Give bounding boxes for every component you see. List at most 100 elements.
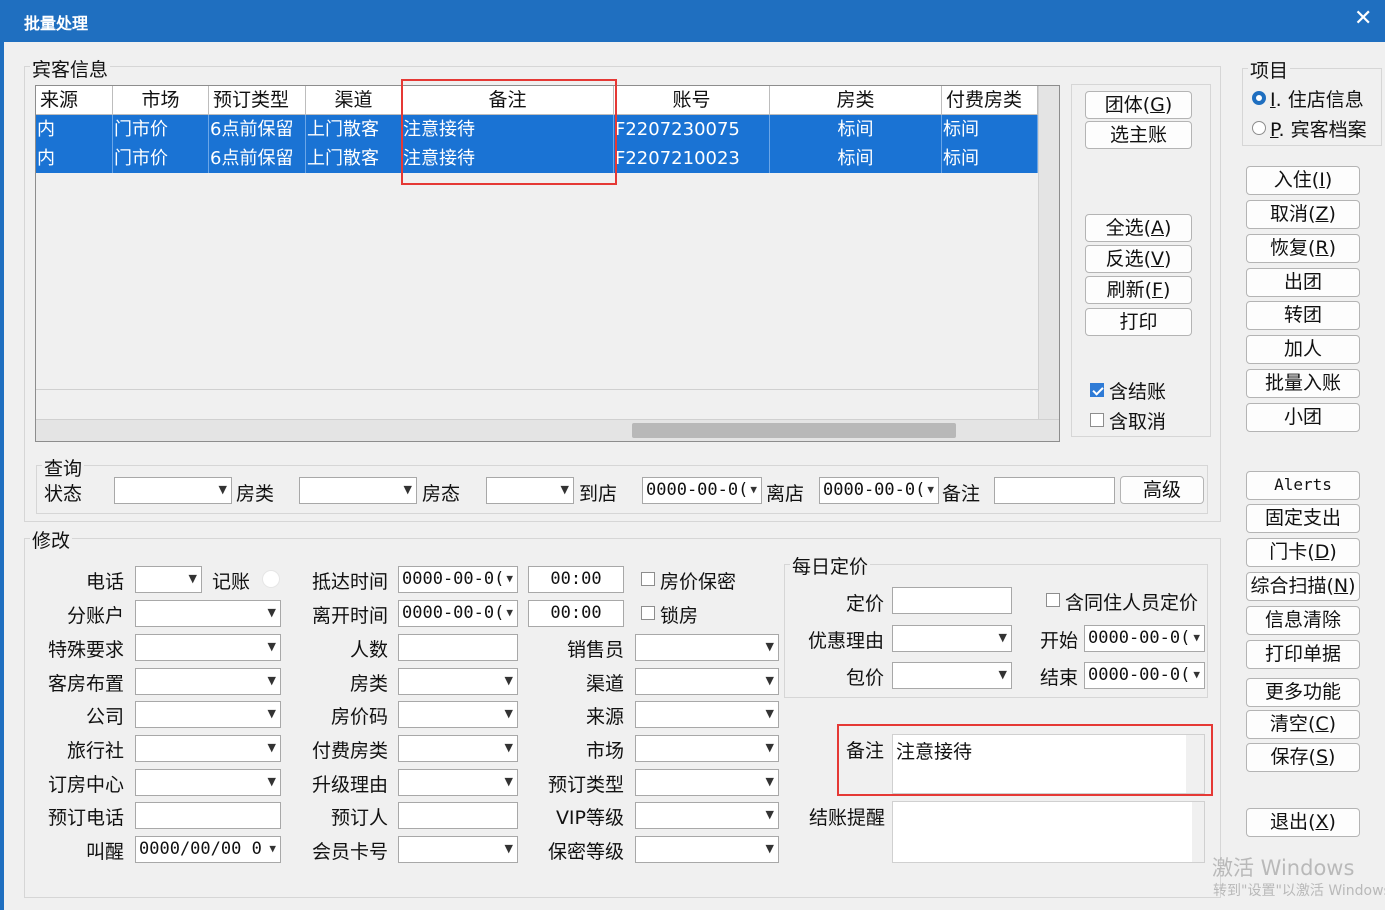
booking-center-dropdown[interactable]: ▼ bbox=[135, 769, 281, 796]
col-header-account[interactable]: 账号 bbox=[614, 86, 770, 115]
company-label: 公司 bbox=[85, 706, 124, 728]
cell-account: F2207230075 bbox=[614, 115, 770, 144]
query-remark-input[interactable] bbox=[994, 477, 1115, 504]
arrive-time-label: 抵达时间 bbox=[311, 571, 388, 593]
col-header-market[interactable]: 市场 bbox=[113, 86, 209, 115]
booker-input[interactable] bbox=[398, 802, 518, 829]
more-functions-button[interactable]: 更多功能 bbox=[1246, 678, 1360, 707]
query-room-type-dropdown[interactable]: ▼ bbox=[299, 477, 417, 504]
booking-phone-input[interactable] bbox=[135, 802, 281, 829]
vip-level-dropdown[interactable]: ▼ bbox=[635, 802, 779, 829]
checkout-reminder-textarea[interactable] bbox=[892, 801, 1205, 863]
clear-info-button[interactable]: 信息清除 bbox=[1246, 606, 1360, 635]
cell-channel: 上门散客 bbox=[306, 115, 402, 144]
check-in-button[interactable]: 入住(I) bbox=[1246, 166, 1360, 195]
upgrade-reason-dropdown[interactable]: ▼ bbox=[398, 769, 518, 796]
special-request-dropdown[interactable]: ▼ bbox=[135, 634, 281, 661]
save-button[interactable]: 保存(S) bbox=[1246, 743, 1360, 772]
refresh-button[interactable]: 刷新(F) bbox=[1085, 276, 1192, 304]
leave-clock-input[interactable]: 00:00 bbox=[528, 600, 624, 627]
lock-room-checkbox[interactable] bbox=[641, 606, 655, 620]
horizontal-scroll-thumb[interactable] bbox=[632, 423, 956, 438]
comprehensive-scan-button[interactable]: 综合扫描(N) bbox=[1246, 572, 1360, 601]
booking-type-dropdown[interactable]: ▼ bbox=[635, 769, 779, 796]
col-header-source[interactable]: 来源 bbox=[36, 86, 113, 115]
status-dropdown[interactable]: ▼ bbox=[114, 477, 232, 504]
cell-room-type: 标间 bbox=[770, 144, 942, 173]
col-header-room-type[interactable]: 房类 bbox=[770, 86, 942, 115]
include-cancelled-checkbox[interactable] bbox=[1090, 413, 1104, 427]
include-cohabitant-checkbox[interactable] bbox=[1046, 593, 1060, 607]
sub-group-button[interactable]: 小团 bbox=[1246, 403, 1360, 432]
include-settled-label: 含结账 bbox=[1109, 381, 1167, 403]
remark-field-highlight bbox=[837, 724, 1213, 796]
secret-level-label: 保密等级 bbox=[547, 841, 624, 863]
package-label: 包价 bbox=[845, 667, 884, 689]
company-dropdown[interactable]: ▼ bbox=[135, 701, 281, 728]
arrive-date-picker[interactable]: 0000-00-0(▼ bbox=[642, 477, 762, 504]
market-label: 市场 bbox=[585, 740, 624, 762]
vertical-scrollbar[interactable] bbox=[1038, 86, 1059, 419]
leave-group-button[interactable]: 出团 bbox=[1246, 268, 1360, 297]
room-layout-dropdown[interactable]: ▼ bbox=[135, 668, 281, 695]
end-date-picker[interactable]: 0000-00-0(▼ bbox=[1084, 662, 1205, 689]
print-button[interactable]: 打印 bbox=[1085, 308, 1192, 336]
advanced-button[interactable]: 高级 bbox=[1120, 476, 1204, 504]
start-date-picker[interactable]: 0000-00-0(▼ bbox=[1084, 625, 1205, 652]
phone-dropdown[interactable]: ▼ bbox=[135, 566, 202, 593]
channel-dropdown[interactable]: ▼ bbox=[635, 668, 779, 695]
wakeup-datetime-picker[interactable]: 0000/00/00 0 ▼ bbox=[135, 836, 281, 863]
source-dropdown[interactable]: ▼ bbox=[635, 701, 779, 728]
arrive-date-label: 到店 bbox=[579, 483, 618, 505]
alerts-button[interactable]: Alerts bbox=[1246, 471, 1360, 500]
travel-agency-dropdown[interactable]: ▼ bbox=[135, 735, 281, 762]
rate-input[interactable] bbox=[892, 587, 1012, 614]
checkout-reminder-label: 结账提醒 bbox=[809, 807, 886, 829]
transfer-group-button[interactable]: 转团 bbox=[1246, 301, 1360, 330]
exit-button[interactable]: 退出(X) bbox=[1246, 808, 1360, 837]
invert-selection-button[interactable]: 反选(V) bbox=[1085, 245, 1192, 273]
in-house-info-radio[interactable] bbox=[1252, 91, 1266, 105]
booker-label: 预订人 bbox=[330, 807, 388, 829]
door-card-button[interactable]: 门卡(D) bbox=[1246, 538, 1360, 567]
member-card-dropdown[interactable]: ▼ bbox=[398, 836, 518, 863]
arrive-clock-input[interactable]: 00:00 bbox=[528, 566, 624, 593]
salesperson-dropdown[interactable]: ▼ bbox=[635, 634, 779, 661]
close-icon[interactable]: ✕ bbox=[1354, 6, 1372, 31]
cell-source: 内 bbox=[36, 144, 113, 173]
rate-secret-checkbox[interactable] bbox=[641, 572, 655, 586]
select-master-button[interactable]: 选主账 bbox=[1085, 121, 1192, 149]
arrive-date-dropdown[interactable]: 0000-00-0(▼ bbox=[398, 566, 518, 593]
col-header-pay-room-type[interactable]: 付费房类 bbox=[942, 86, 1038, 115]
sub-account-dropdown[interactable]: ▼ bbox=[135, 600, 281, 627]
depart-date-picker[interactable]: 0000-00-0(▼ bbox=[819, 477, 939, 504]
checkout-reminder-scrollbar[interactable] bbox=[1192, 802, 1204, 862]
guest-profile-radio[interactable] bbox=[1252, 121, 1266, 135]
cell-market: 门市价 bbox=[113, 115, 209, 144]
room-type-dropdown[interactable]: ▼ bbox=[398, 668, 518, 695]
package-dropdown[interactable]: ▼ bbox=[892, 662, 1012, 689]
group-button[interactable]: 团体(G) bbox=[1085, 91, 1192, 119]
select-all-button[interactable]: 全选(A) bbox=[1085, 214, 1192, 242]
print-documents-button[interactable]: 打印单据 bbox=[1246, 640, 1360, 669]
include-settled-checkbox[interactable] bbox=[1090, 383, 1104, 397]
include-cohabitant-label: 含同住人员定价 bbox=[1065, 592, 1199, 614]
cancel-button[interactable]: 取消(Z) bbox=[1246, 200, 1360, 229]
travel-agency-label: 旅行社 bbox=[66, 740, 124, 762]
member-card-label: 会员卡号 bbox=[311, 841, 388, 863]
people-input[interactable] bbox=[398, 634, 518, 661]
restore-button[interactable]: 恢复(R) bbox=[1246, 234, 1360, 263]
clear-button[interactable]: 清空(C) bbox=[1246, 710, 1360, 739]
pay-room-type-dropdown[interactable]: ▼ bbox=[398, 735, 518, 762]
add-person-button[interactable]: 加人 bbox=[1246, 335, 1360, 364]
market-dropdown[interactable]: ▼ bbox=[635, 735, 779, 762]
discount-reason-dropdown[interactable]: ▼ bbox=[892, 625, 1012, 652]
secret-level-dropdown[interactable]: ▼ bbox=[635, 836, 779, 863]
leave-date-dropdown[interactable]: 0000-00-0(▼ bbox=[398, 600, 518, 627]
batch-post-button[interactable]: 批量入账 bbox=[1246, 369, 1360, 398]
fixed-expense-button[interactable]: 固定支出 bbox=[1246, 504, 1360, 533]
col-header-channel[interactable]: 渠道 bbox=[306, 86, 402, 115]
col-header-booking-type[interactable]: 预订类型 bbox=[209, 86, 306, 115]
room-status-dropdown[interactable]: ▼ bbox=[486, 477, 574, 504]
rate-code-dropdown[interactable]: ▼ bbox=[398, 701, 518, 728]
